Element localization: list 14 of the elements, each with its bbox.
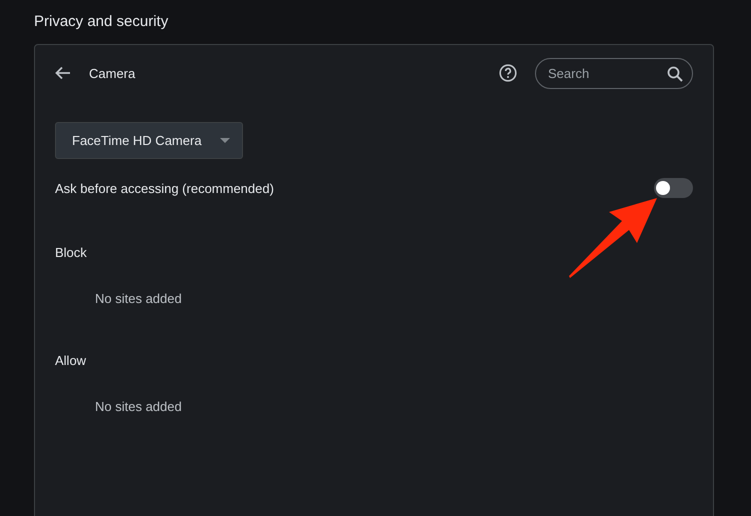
search-field[interactable]: Search: [535, 58, 693, 88]
camera-title: Camera: [89, 66, 136, 80]
help-icon[interactable]: [499, 64, 517, 82]
toggle-switch[interactable]: [654, 178, 693, 198]
ask-label: Ask before accessing (recommended): [55, 180, 274, 196]
section-title: Block: [55, 245, 88, 260]
search-icon: [667, 66, 683, 82]
empty-message: No sites added: [95, 291, 183, 306]
caret-icon: [220, 138, 230, 143]
back-arrow-icon[interactable]: [55, 66, 71, 80]
section-title: Allow: [55, 353, 88, 368]
empty-message: No sites added: [95, 399, 183, 414]
page-title: Privacy and security: [34, 13, 170, 30]
camera-dropdown[interactable]: FaceTime HD Camera: [55, 122, 243, 159]
